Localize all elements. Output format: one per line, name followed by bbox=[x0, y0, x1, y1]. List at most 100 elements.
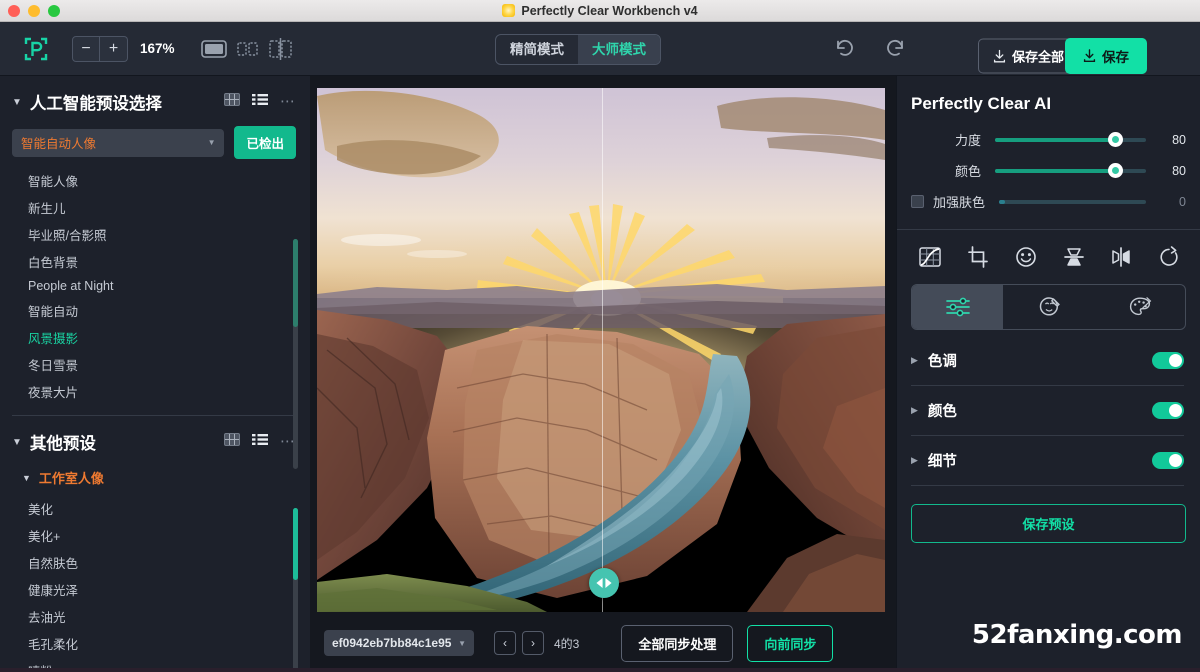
detected-badge-button[interactable]: 已检出 bbox=[234, 126, 296, 159]
other-presets-section-header[interactable]: ▼ 其他预设 bbox=[0, 416, 310, 462]
chevron-down-icon[interactable]: ▼ bbox=[12, 437, 22, 448]
strength-value: 80 bbox=[1160, 133, 1186, 147]
accordion-color-label: 颜色 bbox=[928, 400, 1152, 421]
color-slider-knob[interactable] bbox=[1108, 163, 1123, 178]
rotate-icon[interactable] bbox=[1158, 246, 1180, 268]
zoom-controls: − + bbox=[72, 36, 128, 62]
flip-horizontal-icon[interactable] bbox=[1110, 246, 1132, 268]
sync-forward-button[interactable]: 向前同步 bbox=[747, 625, 833, 662]
other-presets-view-icons: ⋯ bbox=[224, 433, 296, 451]
list-item[interactable]: 白色背景 bbox=[0, 248, 310, 275]
single-view-icon[interactable] bbox=[201, 39, 227, 59]
list-item[interactable]: 自然肤色 bbox=[0, 549, 310, 576]
color-slider[interactable] bbox=[995, 169, 1146, 173]
photo-viewport[interactable] bbox=[317, 88, 885, 612]
accordion-color-toggle[interactable] bbox=[1152, 402, 1184, 419]
list-item[interactable]: People at Night bbox=[0, 275, 310, 297]
strength-slider[interactable] bbox=[995, 138, 1146, 142]
chevron-down-icon[interactable]: ▼ bbox=[12, 97, 22, 108]
studio-portrait-group-header[interactable]: ▼ 工作室人像 bbox=[0, 462, 310, 493]
next-image-button[interactable]: › bbox=[522, 631, 544, 655]
perfectly-clear-logo-icon bbox=[23, 36, 49, 62]
ai-preset-list: 智能人像 新生儿 毕业照/合影照 白色背景 People at Night 智能… bbox=[0, 165, 310, 405]
list-item[interactable]: 冬日雪景 bbox=[0, 351, 310, 378]
flip-vertical-icon[interactable] bbox=[1064, 246, 1084, 268]
file-name-value: ef0942eb7bb84c1e95 bbox=[332, 636, 454, 650]
ai-presets-view-icons: ⋯ bbox=[224, 93, 296, 111]
list-item[interactable]: 美化 bbox=[0, 495, 310, 522]
list-view-icon[interactable] bbox=[252, 93, 268, 111]
accordion-color[interactable]: ▶ 颜色 bbox=[897, 386, 1200, 435]
side-by-side-icon[interactable] bbox=[237, 39, 259, 59]
list-item[interactable]: 新生儿 bbox=[0, 194, 310, 221]
strength-slider-knob[interactable] bbox=[1108, 132, 1123, 147]
grid-view-icon[interactable] bbox=[224, 433, 240, 451]
list-item[interactable]: 健康光泽 bbox=[0, 576, 310, 603]
chevron-right-icon[interactable]: ▶ bbox=[911, 455, 918, 466]
other-presets-scrollbar[interactable] bbox=[293, 508, 298, 672]
list-item-selected[interactable]: 风景摄影 bbox=[0, 324, 310, 351]
accordion-detail[interactable]: ▶ 细节 bbox=[897, 436, 1200, 485]
tab-simple-mode[interactable]: 精简模式 bbox=[496, 35, 578, 64]
window-title: Perfectly Clear Workbench v4 bbox=[521, 4, 697, 18]
list-item[interactable]: 毛孔柔化 bbox=[0, 630, 310, 657]
undo-icon[interactable] bbox=[832, 34, 858, 60]
download-icon bbox=[993, 49, 1006, 63]
file-name-select[interactable]: ef0942eb7bb84c1e95 ▼ bbox=[324, 630, 474, 656]
tab-color-palette[interactable] bbox=[1094, 285, 1185, 329]
accordion-detail-toggle[interactable] bbox=[1152, 452, 1184, 469]
sync-all-button[interactable]: 全部同步处理 bbox=[621, 625, 733, 662]
chevron-down-icon[interactable]: ▼ bbox=[22, 473, 31, 483]
tab-master-mode[interactable]: 大师模式 bbox=[578, 35, 660, 64]
split-view-icon[interactable] bbox=[269, 38, 293, 60]
accordion-tone-toggle[interactable] bbox=[1152, 352, 1184, 369]
skin-tone-value: 0 bbox=[1160, 195, 1186, 209]
accordion-tone[interactable]: ▶ 色调 bbox=[897, 336, 1200, 385]
face-smiley-icon[interactable] bbox=[1015, 246, 1037, 268]
save-label: 保存 bbox=[1102, 46, 1129, 66]
save-button[interactable]: 保存 bbox=[1065, 38, 1147, 74]
list-item[interactable]: 智能人像 bbox=[0, 167, 310, 194]
top-toolbar: − + 167% bbox=[0, 22, 1200, 76]
list-item[interactable]: 夜景大片 bbox=[0, 378, 310, 405]
strength-label: 力度 bbox=[911, 130, 981, 149]
portrait-retouch-icon bbox=[1037, 295, 1061, 319]
zoom-out-button[interactable]: − bbox=[72, 36, 100, 62]
ai-preset-selected-value: 智能自动人像 bbox=[21, 133, 96, 152]
app-logo[interactable] bbox=[0, 36, 72, 62]
save-preset-button[interactable]: 保存预设 bbox=[911, 504, 1186, 543]
mode-switch: 精简模式 大师模式 bbox=[495, 34, 661, 65]
list-item[interactable]: 智能自动 bbox=[0, 297, 310, 324]
chevron-right-icon[interactable]: ▶ bbox=[911, 355, 918, 366]
color-palette-icon bbox=[1128, 295, 1152, 319]
scrollbar-thumb[interactable] bbox=[293, 239, 298, 327]
ai-presets-scrollbar[interactable] bbox=[293, 239, 298, 469]
levels-curve-icon[interactable] bbox=[919, 246, 941, 268]
tab-adjust-sliders[interactable] bbox=[912, 285, 1003, 329]
ai-presets-more-icon[interactable]: ⋯ bbox=[280, 98, 296, 106]
list-item[interactable]: 毕业照/合影照 bbox=[0, 221, 310, 248]
adjustment-tab-group bbox=[911, 284, 1186, 330]
skin-tone-checkbox[interactable] bbox=[911, 195, 924, 208]
skin-tone-slider[interactable] bbox=[999, 200, 1146, 204]
download-icon bbox=[1083, 49, 1096, 63]
grid-view-icon[interactable] bbox=[224, 93, 240, 111]
list-item[interactable]: 美化+ bbox=[0, 522, 310, 549]
ai-presets-section-header[interactable]: ▼ 人工智能预设选择 bbox=[0, 76, 310, 122]
chevron-right-icon[interactable]: ▶ bbox=[911, 405, 918, 416]
zoom-in-button[interactable]: + bbox=[100, 36, 128, 62]
split-compare-handle[interactable] bbox=[589, 568, 619, 598]
color-slider-row: 颜色 80 bbox=[897, 155, 1200, 186]
list-view-icon[interactable] bbox=[252, 433, 268, 451]
view-mode-group bbox=[201, 38, 293, 60]
zoom-level-label: 167% bbox=[140, 41, 175, 56]
ai-preset-select[interactable]: 智能自动人像 ▼ bbox=[12, 129, 224, 157]
scrollbar-thumb[interactable] bbox=[293, 508, 298, 580]
adjustments-sidebar: Perfectly Clear AI 力度 80 颜色 80 bbox=[896, 76, 1200, 672]
crop-icon[interactable] bbox=[967, 246, 989, 268]
tab-portrait-retouch[interactable] bbox=[1003, 285, 1094, 329]
save-all-button[interactable]: 保存全部 bbox=[978, 39, 1079, 74]
list-item[interactable]: 去油光 bbox=[0, 603, 310, 630]
previous-image-button[interactable]: ‹ bbox=[494, 631, 516, 655]
redo-icon[interactable] bbox=[882, 34, 908, 60]
